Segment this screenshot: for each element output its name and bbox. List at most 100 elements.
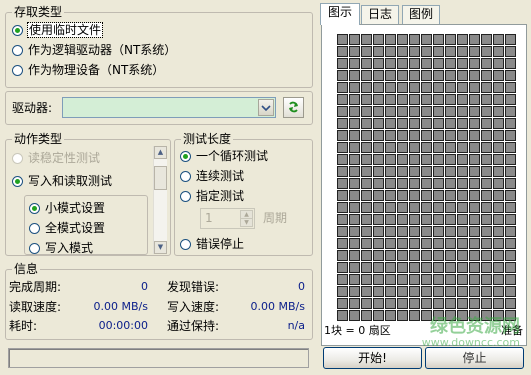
radio-icon	[180, 151, 191, 162]
sector-cell	[385, 118, 396, 129]
sector-cell	[469, 118, 480, 129]
radio-full-mode[interactable]: 全模式设置	[29, 221, 105, 235]
sector-cell	[361, 82, 372, 93]
sector-cell	[433, 46, 444, 57]
sector-cell	[421, 286, 432, 297]
sector-cell	[385, 106, 396, 117]
radio-small-mode[interactable]: 小模式设置	[29, 201, 105, 215]
tab-legend[interactable]: 图例	[402, 5, 440, 24]
sector-cell	[373, 286, 384, 297]
sector-cell	[433, 94, 444, 105]
radio-stop-on-error[interactable]: 错误停止	[180, 237, 244, 251]
sector-cell	[469, 262, 480, 273]
sector-cell	[481, 298, 492, 309]
sector-cell	[457, 58, 468, 69]
sector-cell	[361, 94, 372, 105]
radio-continuous[interactable]: 连续测试	[180, 169, 244, 183]
sector-cell	[373, 142, 384, 153]
sector-cell	[481, 58, 492, 69]
drive-select[interactable]	[62, 97, 276, 118]
scroll-up-button[interactable]: ▲	[154, 146, 167, 159]
sector-cell	[505, 70, 516, 81]
sector-cell	[493, 70, 504, 81]
sector-cell	[469, 238, 480, 249]
sector-cell	[397, 250, 408, 261]
sector-cell	[445, 238, 456, 249]
sector-cell	[373, 118, 384, 129]
sector-cell	[337, 82, 348, 93]
action-scrollbar[interactable]: ▲ ▼	[153, 146, 167, 254]
sector-cell	[373, 130, 384, 141]
sector-cell	[445, 118, 456, 129]
scroll-thumb[interactable]	[154, 166, 167, 190]
start-button[interactable]: 开始!	[323, 347, 422, 369]
radio-write-mode[interactable]: 写入模式	[29, 241, 93, 255]
sector-cell	[481, 250, 492, 261]
sector-cell	[385, 178, 396, 189]
sector-cell	[385, 34, 396, 45]
sector-cell	[421, 298, 432, 309]
sector-cell	[361, 238, 372, 249]
sector-cell	[349, 46, 360, 57]
cycles-spinner[interactable]: 1 ▲ ▼	[200, 208, 255, 229]
sector-cell	[505, 94, 516, 105]
sector-cell	[361, 142, 372, 153]
sector-cell	[469, 298, 480, 309]
tab-diagram[interactable]: 图示	[320, 3, 360, 25]
sector-cell	[505, 82, 516, 93]
radio-one-cycle[interactable]: 一个循环测试	[180, 149, 268, 163]
dropdown-button[interactable]	[258, 99, 274, 116]
radio-read-stability[interactable]: 读稳定性测试	[12, 151, 100, 165]
spin-down-button[interactable]: ▼	[240, 218, 253, 227]
sector-cell	[433, 166, 444, 177]
sector-cell	[433, 274, 444, 285]
sector-cell	[445, 58, 456, 69]
sector-cell	[385, 130, 396, 141]
radio-write-read[interactable]: 写入和读取测试	[12, 174, 112, 188]
radio-use-temp-file[interactable]: 使用临时文件	[12, 22, 104, 38]
tab-log[interactable]: 日志	[361, 5, 399, 24]
sector-cell	[337, 106, 348, 117]
sector-cell	[505, 262, 516, 273]
sector-cell	[337, 58, 348, 69]
sector-cell	[505, 298, 516, 309]
sector-cell	[433, 178, 444, 189]
sector-cell	[481, 214, 492, 225]
sector-cell	[361, 190, 372, 201]
sector-cell	[349, 154, 360, 165]
sector-cell	[445, 46, 456, 57]
sector-cell	[433, 142, 444, 153]
sector-cell	[421, 106, 432, 117]
sector-cell	[349, 94, 360, 105]
tab-label: 图例	[408, 7, 433, 21]
errors-value: 0	[298, 280, 305, 293]
sector-cell	[433, 118, 444, 129]
sector-cell	[481, 202, 492, 213]
radio-physical-device[interactable]: 作为物理设备（NT系统）	[12, 63, 164, 77]
radio-label: 错误停止	[196, 237, 245, 251]
sector-cell	[481, 34, 492, 45]
sector-cell	[421, 214, 432, 225]
scroll-down-button[interactable]: ▼	[154, 241, 167, 254]
sector-cell	[493, 274, 504, 285]
sector-cell	[337, 250, 348, 261]
sector-cell	[421, 82, 432, 93]
sector-cell	[409, 226, 420, 237]
stop-button[interactable]: 停止	[425, 347, 524, 369]
sector-cell	[349, 214, 360, 225]
radio-logical-drive[interactable]: 作为逻辑驱动器（NT系统）	[12, 43, 176, 57]
sector-cell	[373, 310, 384, 321]
sector-cell	[457, 106, 468, 117]
sector-cell	[481, 154, 492, 165]
sector-cell	[337, 190, 348, 201]
sector-cell	[421, 70, 432, 81]
radio-specified[interactable]: 指定测试	[180, 189, 244, 203]
sector-cell	[385, 286, 396, 297]
sector-cell	[433, 226, 444, 237]
sector-cell	[373, 214, 384, 225]
info-title: 信息	[12, 262, 41, 276]
refresh-button[interactable]	[283, 97, 304, 118]
sector-cell	[469, 214, 480, 225]
radio-icon	[180, 191, 191, 202]
sector-cell	[337, 178, 348, 189]
